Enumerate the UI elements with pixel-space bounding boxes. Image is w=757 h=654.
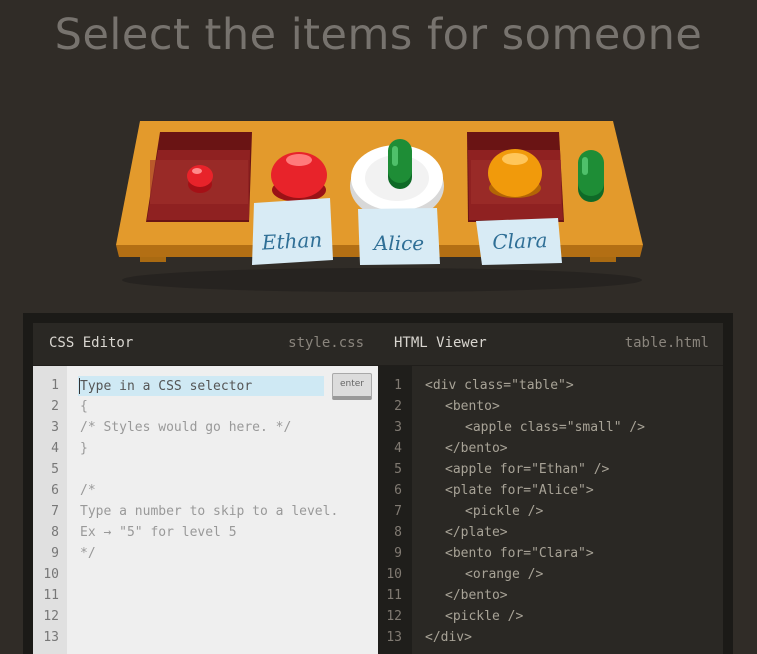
code-line: */ xyxy=(80,546,96,561)
line-number: 11 xyxy=(43,588,59,603)
css-editor-filename: style.css xyxy=(288,335,364,351)
line-number: 4 xyxy=(51,441,59,456)
html-code-line[interactable]: <pickle /> xyxy=(465,504,543,519)
html-code-line[interactable]: </bento> xyxy=(445,588,508,603)
apple-ethan[interactable] xyxy=(271,152,327,202)
table-scene: Ethan Alice Clara xyxy=(116,121,643,292)
html-viewer-header: HTML Viewer table.html xyxy=(378,323,723,366)
line-number: 7 xyxy=(51,504,59,519)
line-number: 13 xyxy=(43,630,59,645)
html-code-line[interactable]: </bento> xyxy=(445,441,508,456)
html-code-line[interactable]: <bento for="Clara"> xyxy=(445,546,594,561)
line-number: 2 xyxy=(51,399,59,414)
name-tag-ethan: Ethan xyxy=(252,198,333,265)
name-tag-clara-text: Clara xyxy=(492,228,548,254)
line-number: 6 xyxy=(51,483,59,498)
name-tag-clara: Clara xyxy=(476,218,562,265)
line-number: 1 xyxy=(51,378,59,393)
table-shadow xyxy=(122,268,642,292)
pickle-loose[interactable] xyxy=(578,150,604,202)
html-code: <div class="table"> <bento> <apple class="… xyxy=(378,366,723,654)
html-code-line[interactable]: <bento> xyxy=(445,399,500,414)
code-line: } xyxy=(80,441,88,456)
bento-small-apple[interactable] xyxy=(146,132,252,222)
line-number: 5 xyxy=(51,462,59,477)
html-code-line[interactable]: </div> xyxy=(425,630,472,645)
html-code-line[interactable]: <orange /> xyxy=(465,567,543,582)
bento-clara[interactable] xyxy=(467,132,564,222)
html-code-line[interactable]: <apple class="small" /> xyxy=(465,420,645,435)
css-editor: CSS Editor style.css 1 2 3 4 5 6 7 8 9 1… xyxy=(33,323,378,654)
name-tag-ethan-text: Ethan xyxy=(260,227,323,254)
line-number: 8 xyxy=(51,525,59,540)
code-line: /* xyxy=(80,483,96,498)
html-code-line[interactable]: <div class="table"> xyxy=(425,378,574,393)
enter-button[interactable]: enter xyxy=(332,373,372,400)
line-number: 10 xyxy=(43,567,59,582)
code-line: Ex → "5" for level 5 xyxy=(80,525,237,540)
code-line: /* Styles would go here. */ xyxy=(80,420,292,435)
css-line-gutter: 1 2 3 4 5 6 7 8 9 10 11 12 13 xyxy=(33,366,67,654)
html-code-line[interactable]: <apple for="Ethan" /> xyxy=(445,462,609,477)
css-editor-header: CSS Editor style.css xyxy=(33,323,378,366)
css-editor-title: CSS Editor xyxy=(49,335,134,351)
code-line: Type a number to skip to a level. xyxy=(80,504,339,519)
code-line: { xyxy=(80,399,88,414)
html-viewer-title: HTML Viewer xyxy=(394,335,487,351)
css-editor-body[interactable]: 1 2 3 4 5 6 7 8 9 10 11 12 13 enter { /*… xyxy=(33,366,378,654)
line-number: 9 xyxy=(51,546,59,561)
name-tag-alice-text: Alice xyxy=(372,231,424,255)
small-apple[interactable] xyxy=(187,165,213,187)
html-code-line[interactable]: <plate for="Alice"> xyxy=(445,483,594,498)
html-code-line[interactable]: <pickle /> xyxy=(445,609,523,624)
line-number: 12 xyxy=(43,609,59,624)
line-number: 3 xyxy=(51,420,59,435)
html-code-line[interactable]: </plate> xyxy=(445,525,508,540)
html-viewer-filename: table.html xyxy=(624,335,709,351)
css-selector-input[interactable] xyxy=(78,376,324,396)
name-tag-alice: Alice xyxy=(358,208,440,265)
html-viewer: HTML Viewer table.html 1 2 3 4 5 6 7 8 9… xyxy=(378,323,723,654)
text-cursor xyxy=(79,378,80,394)
